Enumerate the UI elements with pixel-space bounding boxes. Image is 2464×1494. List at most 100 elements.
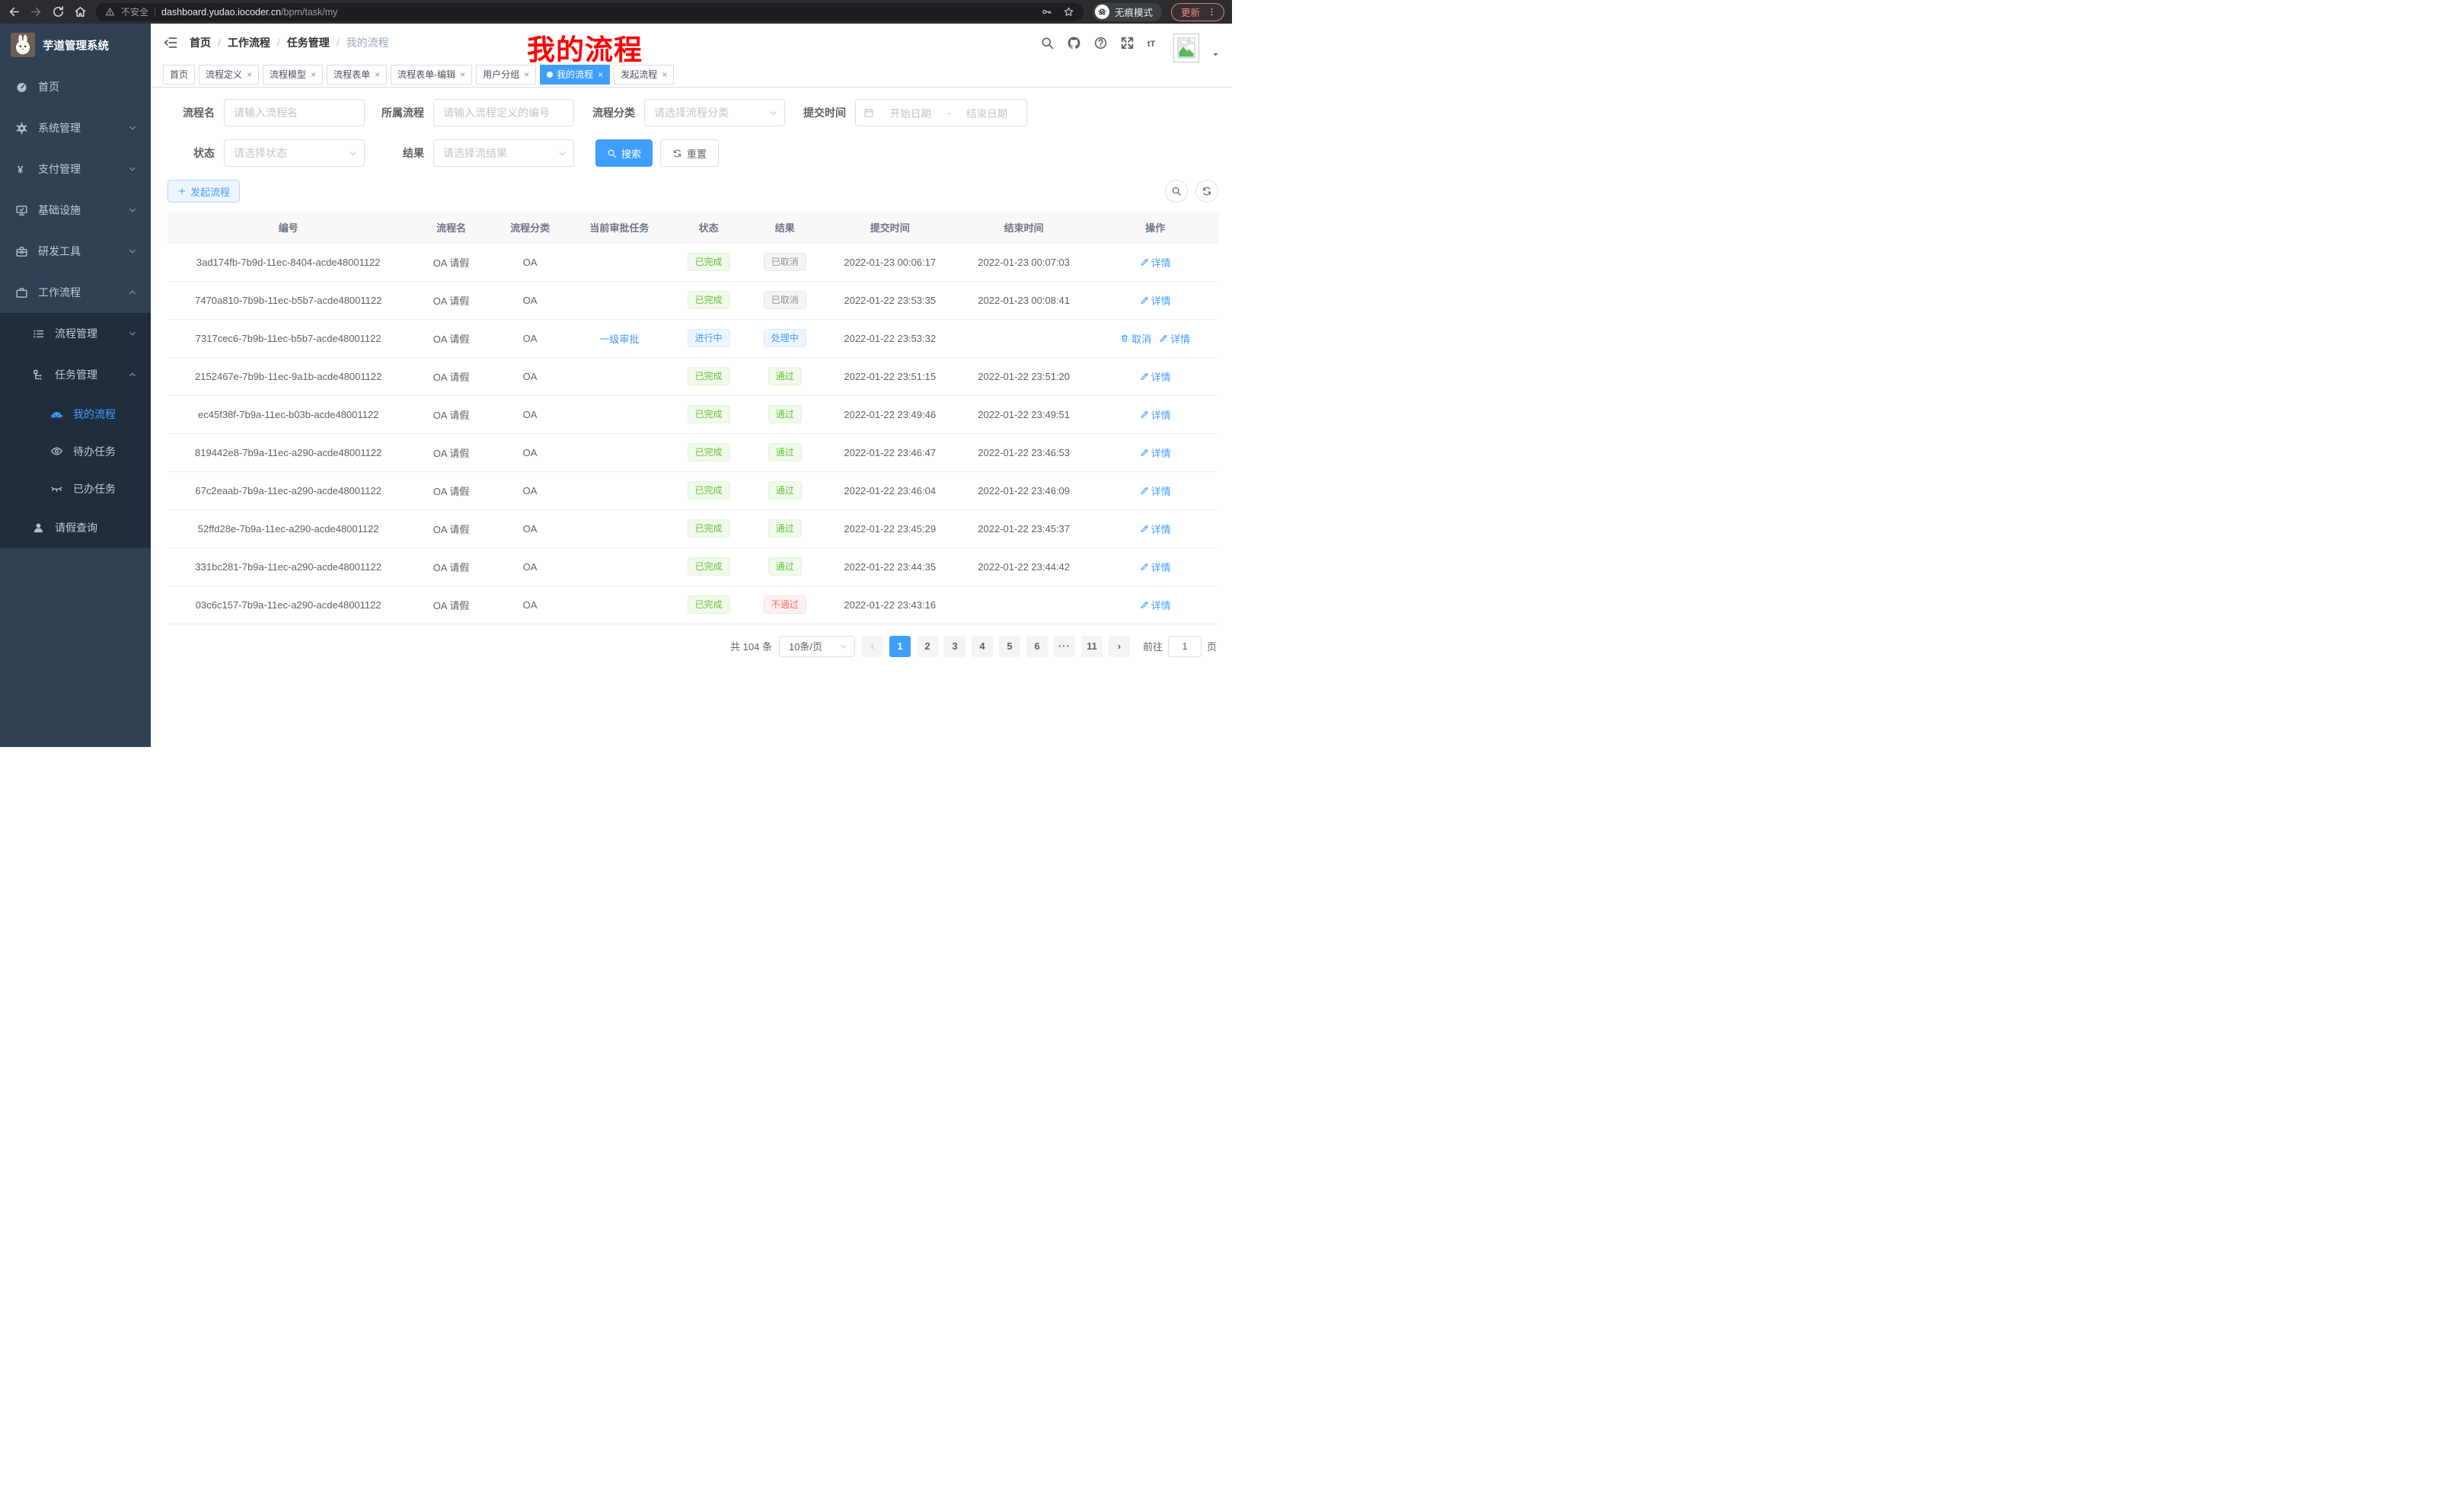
update-label[interactable]: 更新: [1181, 5, 1200, 19]
search-button[interactable]: 搜索: [595, 139, 653, 167]
close-icon[interactable]: ×: [598, 70, 603, 79]
process-definition-input[interactable]: [433, 99, 574, 126]
page-button-2[interactable]: 2: [917, 636, 938, 657]
avatar[interactable]: [1173, 34, 1199, 62]
process-name-input[interactable]: [224, 99, 365, 126]
column-header: 流程名: [409, 212, 493, 243]
browser-toolbar: 不安全 dashboard.yudao.iocoder.cn/bpm/task/…: [0, 0, 1232, 24]
next-page-button[interactable]: ›: [1109, 636, 1130, 657]
tab-流程表单-编辑[interactable]: 流程表单-编辑×: [391, 65, 472, 85]
sidebar-item-process-mgmt[interactable]: 流程管理: [0, 313, 151, 354]
question-icon[interactable]: [1093, 36, 1108, 50]
close-icon[interactable]: ×: [662, 70, 667, 79]
page-button-11[interactable]: 11: [1081, 636, 1103, 657]
sidebar-item-devtools[interactable]: 研发工具: [0, 231, 151, 272]
back-icon[interactable]: [8, 5, 21, 18]
page-button-4[interactable]: 4: [972, 636, 993, 657]
tab-用户分组[interactable]: 用户分组×: [476, 65, 536, 85]
font-size-icon[interactable]: tT: [1147, 36, 1161, 50]
sidebar-item-todo-task[interactable]: 待办任务: [0, 433, 151, 470]
fullscreen-icon[interactable]: [1120, 36, 1135, 50]
detail-action-link[interactable]: 详情: [1140, 598, 1171, 612]
page-button-6[interactable]: 6: [1026, 636, 1048, 657]
chevron-down-icon: [557, 148, 567, 158]
toolbox-icon: [15, 245, 28, 258]
detail-action-link[interactable]: 详情: [1140, 560, 1171, 574]
detail-action-link[interactable]: 详情: [1140, 255, 1171, 270]
cell-end-time: 2022-01-23 00:07:03: [956, 243, 1092, 281]
search-icon[interactable]: [1040, 36, 1055, 50]
filter-status: 状态 请选择状态: [168, 139, 365, 167]
cell-result: 不通过: [745, 586, 825, 624]
detail-action-link[interactable]: 详情: [1159, 331, 1190, 346]
status-select[interactable]: 请选择状态: [224, 139, 365, 167]
sidebar-item-system[interactable]: 系统管理: [0, 107, 151, 148]
detail-action-link[interactable]: 详情: [1140, 522, 1171, 536]
page-size-select[interactable]: 10条/页: [779, 636, 855, 657]
reset-button[interactable]: 重置: [660, 139, 719, 167]
toolbar-icon-buttons: [1165, 180, 1218, 203]
tab-流程定义[interactable]: 流程定义×: [199, 65, 259, 85]
search-circle-button[interactable]: [1165, 180, 1188, 203]
tab-流程表单[interactable]: 流程表单×: [327, 65, 387, 85]
github-icon[interactable]: [1067, 36, 1081, 50]
sidebar-item-task-mgmt[interactable]: 任务管理: [0, 354, 151, 395]
prev-page-button[interactable]: ‹: [862, 636, 883, 657]
create-process-button[interactable]: 发起流程: [168, 180, 240, 203]
cell-current-task: [567, 395, 672, 433]
close-icon[interactable]: ×: [311, 70, 316, 79]
update-button[interactable]: 更新: [1171, 3, 1224, 21]
reload-icon[interactable]: [52, 5, 65, 18]
close-icon[interactable]: ×: [524, 70, 529, 79]
address-bar[interactable]: 不安全 dashboard.yudao.iocoder.cn/bpm/task/…: [96, 3, 1084, 21]
breadcrumb-item[interactable]: 工作流程: [228, 35, 270, 50]
sidebar-item-leave-query[interactable]: 请假查询: [0, 507, 151, 548]
result-select[interactable]: 请选择流结果: [433, 139, 574, 167]
tab-发起流程[interactable]: 发起流程×: [614, 65, 674, 85]
sidebar-collapse-icon[interactable]: [163, 35, 178, 50]
detail-action-link[interactable]: 详情: [1140, 445, 1171, 460]
edit-icon: [1159, 334, 1168, 343]
cell-category: OA: [493, 471, 567, 509]
detail-action-link[interactable]: 详情: [1140, 369, 1171, 384]
key-icon[interactable]: [1041, 6, 1052, 18]
close-icon[interactable]: ×: [460, 70, 465, 79]
cell-status: 已完成: [672, 586, 745, 624]
date-range-picker[interactable]: 开始日期 - 结束日期: [855, 99, 1027, 126]
page-button-1[interactable]: 1: [889, 636, 911, 657]
breadcrumb-item[interactable]: 首页: [190, 35, 211, 50]
close-icon[interactable]: ×: [247, 70, 252, 79]
detail-action-link[interactable]: 详情: [1140, 407, 1171, 422]
sidebar-item-workflow[interactable]: 工作流程: [0, 272, 151, 313]
category-select[interactable]: 请选择流程分类: [644, 99, 785, 126]
detail-action-link[interactable]: 详情: [1140, 484, 1171, 498]
current-task-link[interactable]: 一级审批: [599, 334, 639, 345]
cell-end-time: 2022-01-22 23:46:53: [956, 433, 1092, 471]
page-button-5[interactable]: 5: [999, 636, 1020, 657]
caret-down-icon[interactable]: [1211, 50, 1220, 59]
url-text[interactable]: dashboard.yudao.iocoder.cn/bpm/task/my: [161, 7, 337, 18]
detail-action-link[interactable]: 详情: [1140, 293, 1171, 308]
cancel-action-link[interactable]: 取消: [1120, 331, 1151, 346]
page-button-3[interactable]: 3: [944, 636, 965, 657]
forward-icon[interactable]: [30, 5, 43, 18]
tab-首页[interactable]: 首页: [163, 65, 195, 85]
star-icon[interactable]: [1063, 6, 1074, 18]
sidebar-item-my-process[interactable]: 我的流程: [0, 395, 151, 433]
action-label: 详情: [1151, 484, 1171, 498]
goto-page-input[interactable]: [1168, 636, 1202, 657]
sidebar-item-infra[interactable]: 基础设施: [0, 190, 151, 231]
tab-我的流程[interactable]: 我的流程×: [540, 65, 610, 85]
breadcrumb-item[interactable]: 任务管理: [287, 35, 330, 50]
home-icon[interactable]: [74, 5, 87, 18]
kebab-menu-icon[interactable]: [1207, 7, 1217, 17]
sidebar-item-done-task[interactable]: 已办任务: [0, 470, 151, 507]
close-icon[interactable]: ×: [375, 70, 380, 79]
sidebar-item-payment[interactable]: ¥支付管理: [0, 148, 151, 190]
refresh-circle-button[interactable]: [1195, 180, 1218, 203]
sidebar-item-home[interactable]: 首页: [0, 66, 151, 107]
action-label: 详情: [1151, 369, 1171, 384]
tab-流程模型[interactable]: 流程模型×: [263, 65, 323, 85]
security-label[interactable]: 不安全: [121, 5, 148, 18]
cell-actions: 详情: [1092, 357, 1218, 395]
